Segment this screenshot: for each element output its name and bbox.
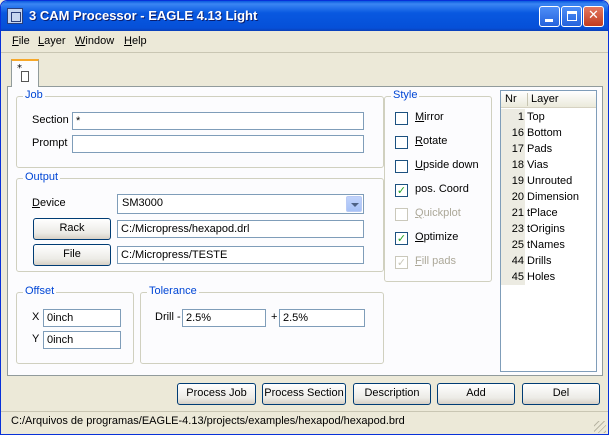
pos-coord-checkbox[interactable]: ✓ <box>395 184 408 197</box>
column-header-nr[interactable]: Nr <box>505 93 517 105</box>
job-group-title: Job <box>23 89 45 101</box>
maximize-button[interactable] <box>561 6 582 27</box>
quickplot-label: Quickplot <box>415 207 461 219</box>
resize-grip-icon[interactable] <box>594 421 606 433</box>
status-bar: C:/Arquivos de programas/EAGLE-4.13/proj… <box>1 411 608 434</box>
tolerance-group: Tolerance Drill - 2.5% + 2.5% <box>140 285 384 364</box>
menu-file[interactable]: File <box>12 35 30 47</box>
list-item[interactable]: 44 Drills <box>501 253 596 269</box>
offset-group: Offset X 0inch Y 0inch <box>16 285 134 364</box>
drill-minus-input[interactable]: 2.5% <box>182 309 266 327</box>
job-group: Job Section * Prompt <box>16 89 384 168</box>
offset-x-input[interactable]: 0inch <box>43 309 121 327</box>
style-group-title: Style <box>391 89 420 101</box>
mirror-label: Mirror <box>415 111 444 123</box>
drill-label: Drill - <box>155 311 181 323</box>
document-icon <box>21 71 29 82</box>
description-button[interactable]: Description <box>353 383 431 405</box>
device-label: Device <box>32 197 66 209</box>
fill-pads-label: Fill pads <box>415 255 456 267</box>
list-item[interactable]: 18 Vias <box>501 157 596 173</box>
device-select-value: SM3000 <box>122 197 163 209</box>
output-group-title: Output <box>23 171 61 183</box>
layer-list-header: Nr Layer <box>501 91 596 108</box>
menu-help[interactable]: Help <box>124 35 147 47</box>
del-button[interactable]: Del <box>522 383 600 405</box>
process-section-button[interactable]: Process Section <box>262 383 346 405</box>
close-icon: ✕ <box>588 8 599 23</box>
pos-coord-label: pos. Coord <box>415 183 469 195</box>
style-group: Style Mirror Rotate Upside down ✓ pos. C… <box>384 89 492 282</box>
offset-x-label: X <box>32 311 40 323</box>
drill-plus-input[interactable]: 2.5% <box>279 309 365 327</box>
rack-input[interactable]: C:/Micropress/hexapod.drl <box>117 220 364 238</box>
list-item[interactable]: 25 tNames <box>501 237 596 253</box>
column-separator[interactable] <box>527 93 528 106</box>
app-icon <box>7 8 23 24</box>
tolerance-group-title: Tolerance <box>147 285 199 297</box>
file-button[interactable]: File <box>33 244 111 266</box>
rotate-checkbox[interactable] <box>395 136 408 149</box>
title-bar[interactable]: 3 CAM Processor - EAGLE 4.13 Light ✕ <box>1 1 608 31</box>
status-board-path: C:/Arquivos de programas/EAGLE-4.13/proj… <box>11 415 405 427</box>
menu-window[interactable]: Window <box>75 35 114 47</box>
device-select[interactable]: SM3000 <box>117 194 364 214</box>
process-job-button[interactable]: Process Job <box>177 383 256 405</box>
layer-list[interactable]: Nr Layer 1 Top 16 Bottom 17 Pads 18 Vias 19 U… <box>500 90 597 372</box>
list-item[interactable]: 20 Dimension <box>501 189 596 205</box>
prompt-label: Prompt <box>32 137 68 149</box>
plus-label: + <box>271 311 278 323</box>
optimize-checkbox[interactable]: ✓ <box>395 232 408 245</box>
file-input[interactable]: C:/Micropress/TESTE <box>117 246 364 264</box>
window-title: 3 CAM Processor - EAGLE 4.13 Light <box>29 8 258 23</box>
list-item[interactable]: 17 Pads <box>501 141 596 157</box>
column-header-layer[interactable]: Layer <box>531 93 559 105</box>
list-item[interactable]: 1 Top <box>501 109 596 125</box>
add-button[interactable]: Add <box>437 383 515 405</box>
list-item[interactable]: 23 tOrigins <box>501 221 596 237</box>
list-item[interactable]: 16 Bottom <box>501 125 596 141</box>
tab-section[interactable]: * <box>11 59 39 87</box>
rotate-label: Rotate <box>415 135 448 147</box>
output-group: Output Device SM3000 Rack C:/Micropress/… <box>16 171 384 272</box>
close-button[interactable]: ✕ <box>583 6 604 27</box>
fill-pads-checkbox[interactable]: ✓ <box>395 256 408 269</box>
upside-down-checkbox[interactable] <box>395 160 408 173</box>
minimize-button[interactable] <box>539 6 560 27</box>
quickplot-checkbox[interactable] <box>395 208 408 221</box>
chevron-down-icon[interactable] <box>346 196 362 212</box>
menu-layer[interactable]: Layer <box>38 35 66 47</box>
prompt-input[interactable] <box>72 135 364 153</box>
mirror-checkbox[interactable] <box>395 112 408 125</box>
section-input[interactable]: * <box>72 112 364 130</box>
optimize-label: Optimize <box>415 231 459 243</box>
minimize-icon <box>545 19 553 22</box>
menu-bar: File Layer Window Help <box>1 31 608 53</box>
list-item[interactable]: 19 Unrouted <box>501 173 596 189</box>
upside-down-label: Upside down <box>415 159 479 171</box>
section-label: Section <box>32 114 69 126</box>
offset-group-title: Offset <box>23 285 57 297</box>
list-item[interactable]: 21 tPlace <box>501 205 596 221</box>
list-item[interactable]: 45 Holes <box>501 269 596 285</box>
cam-processor-window: 3 CAM Processor - EAGLE 4.13 Light ✕ Fil… <box>0 0 609 435</box>
offset-y-input[interactable]: 0inch <box>43 331 121 349</box>
rack-button[interactable]: Rack <box>33 218 111 240</box>
maximize-icon <box>567 11 577 21</box>
offset-y-label: Y <box>32 333 40 345</box>
